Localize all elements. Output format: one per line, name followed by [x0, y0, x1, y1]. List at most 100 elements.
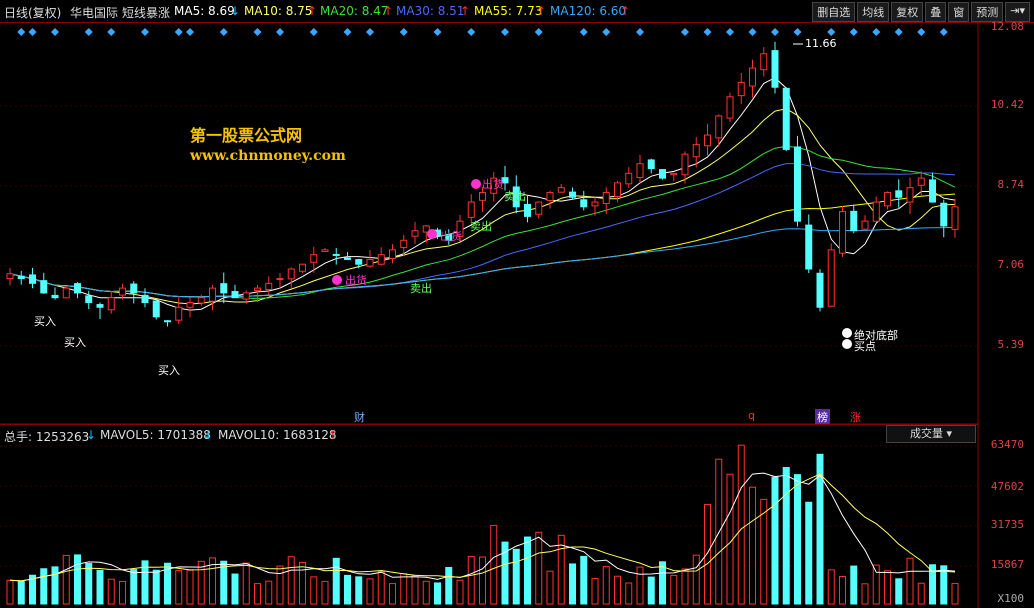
- volume-bar: [175, 570, 183, 605]
- volume-bar: [715, 458, 723, 605]
- volume-bar: [62, 554, 70, 605]
- volume-bar: [839, 575, 846, 605]
- candle-body: [299, 263, 306, 272]
- candle-body: [40, 280, 48, 294]
- candle-body: [51, 294, 59, 299]
- signal-diamond: [872, 28, 881, 36]
- candle-body: [929, 179, 936, 203]
- volume-bar: [377, 571, 385, 605]
- volume-bar: [704, 503, 711, 605]
- volume-bar: [389, 583, 396, 605]
- volume-bar: [130, 569, 138, 605]
- volume-bar: [850, 565, 858, 605]
- volume-header: 总手: 1253263 ↓ MAVOL5: 1701388 ↓ MAVOL10:…: [0, 424, 978, 444]
- overlay-button[interactable]: 叠: [925, 2, 947, 22]
- watermark-title: 第一股票公式网: [190, 126, 303, 145]
- candle-body: [231, 291, 239, 299]
- volume-bar: [771, 476, 779, 605]
- down-arrow-icon: ↓: [203, 428, 214, 442]
- signal-diamond: [433, 28, 442, 36]
- indicator-selector[interactable]: 成交量 ▾: [886, 425, 976, 443]
- candle-body: [276, 278, 284, 281]
- volume-bar: [6, 579, 14, 605]
- volume-bar: [490, 524, 498, 605]
- up-arrow-icon: ↑: [383, 4, 394, 18]
- volume-bar: [524, 536, 531, 605]
- volume-bar: [467, 555, 475, 605]
- signal-diamond: [186, 28, 194, 36]
- candle-body: [265, 282, 273, 290]
- candle-body: [186, 301, 194, 308]
- ma-button[interactable]: 均线: [857, 2, 890, 22]
- period-label[interactable]: 日线(复权): [4, 4, 61, 21]
- candle-body: [614, 182, 621, 197]
- volume-bar: [872, 564, 880, 605]
- signal-diamond: [343, 28, 352, 36]
- ma30-value: MA30: 8.51: [396, 4, 465, 18]
- limit-up-event-marker[interactable]: 涨: [850, 409, 861, 425]
- watermark-url: www.chnmoney.com: [190, 148, 346, 164]
- volume-bar: [434, 582, 441, 605]
- volume-bar: [231, 573, 239, 605]
- volume-bar: [355, 576, 363, 605]
- price-tick: 8.74: [997, 178, 1025, 191]
- candle-body: [355, 259, 363, 265]
- candle-body: [287, 268, 295, 280]
- candle-body: [625, 172, 633, 185]
- candle-body: [535, 201, 543, 215]
- candle-body: [74, 283, 81, 294]
- candle-body: [737, 81, 745, 97]
- signal-diamond: [939, 28, 948, 36]
- signal-diamond: [534, 28, 543, 36]
- buy-signal-label: 买入: [64, 336, 86, 349]
- kline-chart[interactable]: [0, 0, 1034, 608]
- forecast-button[interactable]: 预测: [971, 2, 1004, 22]
- volume-bar: [119, 580, 126, 605]
- volume-bar: [220, 560, 228, 605]
- q-event-marker[interactable]: q: [748, 409, 755, 422]
- candle-body: [242, 292, 250, 300]
- volume-bar: [366, 578, 374, 605]
- up-arrow-icon: ↑: [307, 4, 318, 18]
- signal-diamond: [501, 28, 509, 36]
- volume-bar: [85, 563, 93, 605]
- candle-body: [62, 287, 70, 299]
- up-arrow-icon: ↑: [328, 428, 339, 442]
- ma55-value: MA55: 7.73: [474, 4, 543, 18]
- candle-body: [310, 254, 318, 263]
- volume-bar: [96, 569, 104, 605]
- volume-bar: [670, 574, 678, 605]
- exit-icon[interactable]: ⇥▾: [1005, 2, 1030, 22]
- signal-diamond: [771, 28, 779, 36]
- candle-body: [861, 220, 869, 230]
- adjust-button[interactable]: 复权: [891, 2, 924, 22]
- ma5-value: MA5: 8.69: [174, 4, 235, 18]
- sell-signal-label: 出货: [440, 230, 462, 243]
- volume-bar: [917, 582, 925, 605]
- window-button[interactable]: 窗: [948, 2, 970, 22]
- volume-bar: [107, 578, 115, 605]
- volume-bar: [951, 582, 959, 605]
- chevron-down-icon: ▾: [946, 427, 953, 440]
- sell-dot: [427, 229, 437, 239]
- volume-bar: [456, 579, 464, 605]
- signal-diamond: [827, 28, 836, 36]
- ranking-event-marker[interactable]: 榜: [815, 409, 830, 425]
- volume-bar: [535, 531, 543, 605]
- signal-diamond: [726, 28, 734, 36]
- buy-signal-label: 买入: [158, 364, 180, 377]
- candle-body: [557, 187, 565, 193]
- candle-body: [17, 275, 25, 280]
- volume-bar: [254, 583, 261, 605]
- remove-watchlist-button[interactable]: 删自选: [812, 2, 856, 22]
- finance-event-marker[interactable]: 财: [354, 409, 365, 425]
- volume-bar: [794, 474, 801, 605]
- volume-bar: [321, 580, 329, 605]
- ma10-value: MA10: 8.75: [244, 4, 313, 18]
- volume-bar: [265, 580, 273, 605]
- candle-body: [175, 306, 183, 321]
- indicator-name[interactable]: 短线暴涨: [122, 4, 170, 21]
- signal-diamond: [849, 28, 858, 36]
- candle-body: [895, 190, 903, 198]
- candle-body: [152, 300, 160, 318]
